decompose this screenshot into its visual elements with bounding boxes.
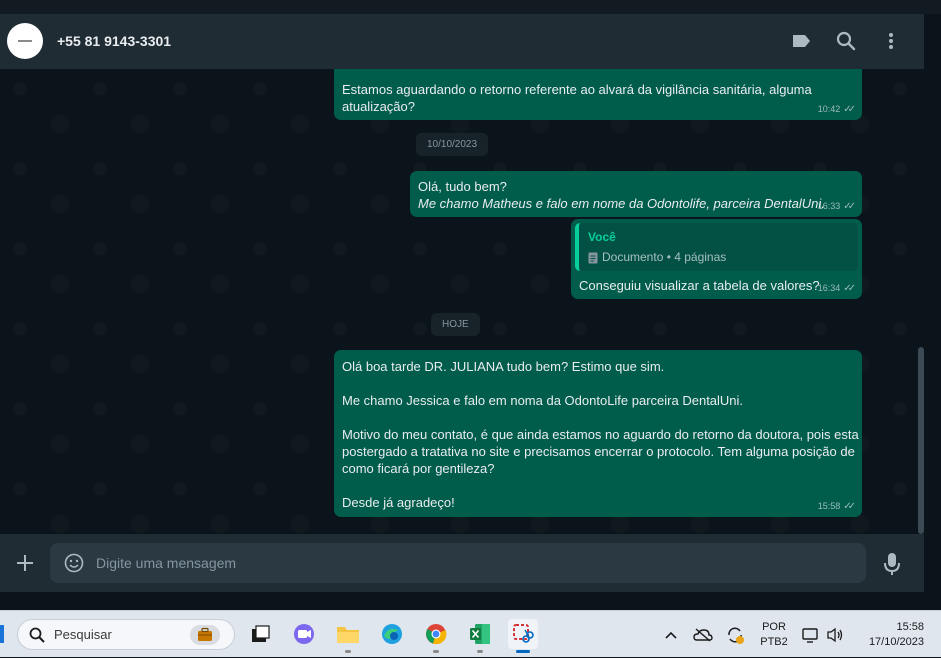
- read-ticks-icon: ✓✓: [843, 283, 856, 294]
- menu-icon[interactable]: [880, 30, 902, 52]
- input-language[interactable]: POR PTB2: [759, 620, 789, 650]
- briefcase-icon: [190, 625, 220, 645]
- message-input-box[interactable]: [50, 543, 866, 583]
- message-meta: 16:34 ✓✓: [818, 280, 856, 297]
- running-indicator: [433, 650, 439, 653]
- message-bubble[interactable]: Você Documento • 4 páginas Conseguiu vis…: [571, 219, 862, 299]
- message-text: como ficará por gentileza?: [342, 461, 495, 476]
- read-ticks-icon: ✓✓: [843, 201, 856, 212]
- chevron-up-icon[interactable]: [661, 611, 681, 658]
- quote-document: Documento • 4 páginas: [588, 249, 726, 266]
- window-bottom-strip: [0, 592, 941, 610]
- onedrive-offline-icon[interactable]: [692, 611, 714, 658]
- message-meta: 10:42 ✓✓: [818, 101, 856, 118]
- message-meta: 16:33 ✓✓: [818, 198, 856, 215]
- message-text: Motivo do meu contato, é que ainda estam…: [342, 427, 859, 442]
- task-view-icon[interactable]: [245, 619, 275, 649]
- contact-name[interactable]: +55 81 9143-3301: [57, 33, 171, 49]
- message-text: Me chamo Matheus e falo em nome da Odont…: [418, 196, 825, 211]
- date-chip: 10/10/2023: [416, 133, 489, 156]
- message-time: 16:33: [817, 201, 841, 211]
- message-text: Desde já agradeço!: [342, 495, 455, 510]
- search-icon[interactable]: [835, 30, 857, 52]
- message-text: Estamos aguardando o retorno referente a…: [342, 82, 812, 97]
- attach-plus-icon[interactable]: [14, 552, 36, 574]
- emoji-icon[interactable]: [64, 553, 84, 573]
- edge-browser-icon[interactable]: [377, 619, 407, 649]
- whatsapp-window: +55 81 9143-3301 Estamos aguardando o re…: [0, 0, 941, 610]
- start-button-edge[interactable]: [0, 625, 4, 643]
- volume-icon[interactable]: [825, 611, 845, 658]
- video-chat-icon[interactable]: [289, 619, 319, 649]
- search-icon: [29, 627, 45, 643]
- read-ticks-icon: ✓✓: [843, 104, 856, 115]
- microphone-icon[interactable]: [882, 552, 902, 576]
- running-indicator: [477, 650, 483, 653]
- quote-doc-label: Documento • 4 páginas: [602, 250, 727, 264]
- chrome-browser-icon[interactable]: [421, 619, 451, 653]
- excel-icon[interactable]: [465, 619, 495, 653]
- keyboard-layout: PTB2: [760, 636, 788, 648]
- message-text: Conseguiu visualizar a tabela de valores…: [579, 278, 820, 293]
- search-placeholder: Pesquisar: [54, 627, 112, 642]
- running-indicator: [345, 650, 351, 653]
- message-text: postergado a tratativa no site e precisa…: [342, 444, 855, 459]
- read-ticks-icon: ✓✓: [843, 501, 856, 512]
- message-bubble[interactable]: Estamos aguardando o retorno referente a…: [334, 69, 862, 120]
- window-right-edge: [924, 14, 941, 610]
- taskbar-clock[interactable]: 15:58 17/10/2023: [858, 620, 924, 650]
- message-bubble[interactable]: Olá boa tarde DR. JULIANA tudo bem? Esti…: [334, 350, 862, 517]
- date-chip: HOJE: [431, 313, 480, 336]
- window-top-strip: [0, 0, 941, 14]
- message-time: 15:58: [817, 501, 841, 511]
- sync-warning-icon[interactable]: [724, 611, 746, 658]
- message-text: Olá, tudo bem?: [418, 179, 507, 194]
- network-icon[interactable]: [801, 611, 821, 658]
- label-icon[interactable]: [790, 30, 812, 52]
- message-text: Me chamo Jessica e falo em noma da Odont…: [342, 393, 744, 408]
- avatar[interactable]: [7, 23, 43, 59]
- message-meta: 15:58 ✓✓: [818, 498, 856, 515]
- snipping-tool-icon[interactable]: [508, 619, 538, 653]
- chat-header: +55 81 9143-3301: [0, 14, 924, 69]
- message-time: 10:42: [817, 104, 841, 114]
- message-text: Olá boa tarde DR. JULIANA tudo bem? Esti…: [342, 359, 665, 374]
- file-explorer-icon[interactable]: [333, 619, 363, 653]
- quote-author: Você: [588, 230, 616, 244]
- clock-date: 17/10/2023: [868, 636, 924, 648]
- message-time: 16:34: [817, 283, 841, 293]
- clock-time: 15:58: [896, 621, 924, 633]
- document-icon: [588, 252, 598, 263]
- message-text: atualização?: [342, 99, 415, 114]
- message-input[interactable]: [96, 543, 836, 583]
- active-indicator: [516, 650, 530, 653]
- message-composer: [0, 534, 924, 592]
- windows-taskbar: Pesquisar POR PTB2 15:58 17/10/2023: [0, 610, 941, 657]
- quoted-message[interactable]: Você Documento • 4 páginas: [575, 223, 858, 271]
- language-code: POR: [762, 621, 786, 633]
- message-bubble[interactable]: Olá, tudo bem? Me chamo Matheus e falo e…: [410, 171, 862, 217]
- taskbar-search[interactable]: Pesquisar: [17, 619, 235, 650]
- avatar-logo: [18, 40, 32, 42]
- chat-area[interactable]: Estamos aguardando o retorno referente a…: [0, 69, 924, 534]
